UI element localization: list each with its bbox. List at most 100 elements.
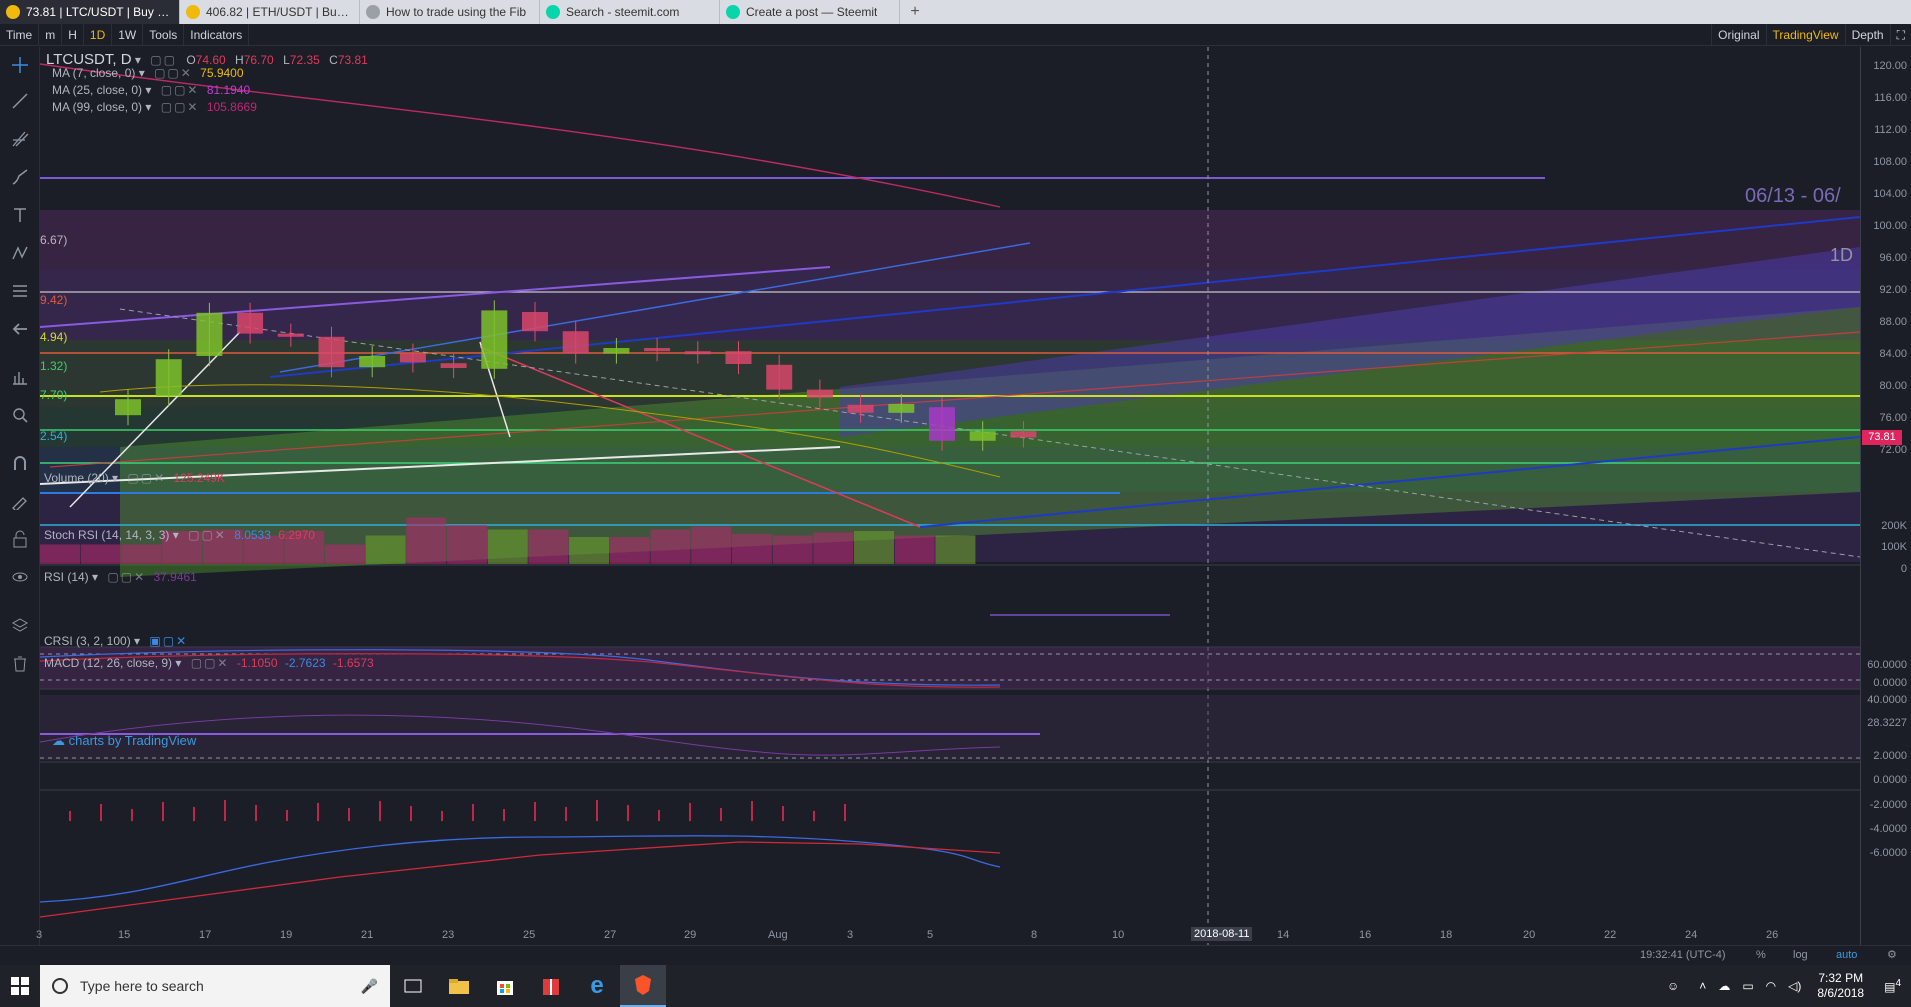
candle-body[interactable] xyxy=(237,312,264,334)
brush-icon[interactable] xyxy=(8,165,32,189)
time-button[interactable]: Time xyxy=(0,23,40,46)
clock[interactable]: 7:32 PM 8/6/2018 xyxy=(1807,971,1874,1001)
crsi-buttons[interactable]: ▣▢✕ xyxy=(149,634,188,648)
symbol-dropdown-icon[interactable]: ▾ xyxy=(135,53,141,67)
people-icon[interactable]: ☺ xyxy=(1653,979,1693,993)
brave-browser-icon[interactable] xyxy=(620,965,666,1007)
ma7-buttons[interactable]: ▢▢✕ xyxy=(154,66,193,80)
candle-body[interactable] xyxy=(644,348,671,352)
log-toggle[interactable]: log xyxy=(1793,949,1808,961)
tradingview-view-button[interactable]: TradingView xyxy=(1765,23,1845,46)
taskbar-search-box[interactable]: Type here to search 🎤 xyxy=(40,965,390,1007)
onedrive-icon[interactable]: ☁ xyxy=(1712,979,1736,993)
percent-toggle[interactable]: % xyxy=(1756,949,1766,961)
wifi-icon[interactable]: ◠ xyxy=(1760,979,1782,993)
hour-dropdown[interactable]: H xyxy=(62,23,84,46)
browser-tab[interactable]: Search - steemit.com xyxy=(540,0,720,24)
time-axis[interactable]: 31517192123252729Aug35810121416182022242… xyxy=(36,925,1860,945)
candle-body[interactable] xyxy=(318,336,345,368)
browser-tab[interactable]: Create a post — Steemit xyxy=(720,0,900,24)
macd-buttons[interactable]: ▢▢✕ xyxy=(191,656,230,670)
browser-tab[interactable]: 73.81 | LTC/USDT | Buy Lite xyxy=(0,0,180,24)
depth-view-button[interactable]: Depth xyxy=(1844,23,1890,46)
candle-body[interactable] xyxy=(399,353,426,363)
candle-body[interactable] xyxy=(277,333,304,337)
task-view-icon[interactable] xyxy=(390,965,436,1007)
file-explorer-icon[interactable] xyxy=(436,965,482,1007)
stoch-buttons[interactable]: ▢▢✕ xyxy=(188,528,227,542)
tray-chevron-icon[interactable]: ˄ xyxy=(1693,979,1712,993)
candle-body[interactable] xyxy=(806,389,833,398)
candle-body[interactable] xyxy=(766,364,793,390)
candle-body[interactable] xyxy=(929,407,955,441)
windows-start-icon[interactable] xyxy=(0,965,40,1007)
candle-body[interactable] xyxy=(359,356,386,368)
macd-legend[interactable]: MACD (12, 26, close, 9) ▾ ▢▢✕ -1.1050 -2… xyxy=(44,656,374,670)
candle-body[interactable] xyxy=(969,431,996,441)
candle-body[interactable] xyxy=(196,312,223,356)
stoch-legend[interactable]: Stoch RSI (14, 14, 3, 3) ▾ ▢▢✕ 8.0533 6.… xyxy=(44,528,315,542)
pitchfork-icon[interactable] xyxy=(8,127,32,151)
candle-body[interactable] xyxy=(1010,431,1037,438)
candle-body[interactable] xyxy=(603,348,630,354)
chart-canvas[interactable] xyxy=(40,47,1860,963)
candle-body[interactable] xyxy=(562,331,589,354)
indicators-menu[interactable]: Indicators xyxy=(184,23,250,46)
trash-icon[interactable] xyxy=(8,651,32,675)
interval-1d-button[interactable]: 1D xyxy=(84,23,113,46)
eye-icon[interactable] xyxy=(8,565,32,589)
original-view-button[interactable]: Original xyxy=(1711,23,1765,46)
candle-body[interactable] xyxy=(725,351,752,364)
rsi-buttons[interactable]: ▢▢✕ xyxy=(107,570,146,584)
microphone-icon[interactable]: 🎤 xyxy=(361,978,378,995)
ma99-buttons[interactable]: ▢▢✕ xyxy=(161,100,200,114)
candle-body[interactable] xyxy=(522,312,548,332)
interval-1w-button[interactable]: 1W xyxy=(112,23,144,46)
fib-retracement-icon[interactable] xyxy=(8,279,32,303)
notification-center-icon[interactable]: ▤4 xyxy=(1874,978,1911,994)
crsi-legend[interactable]: CRSI (3, 2, 100) ▾ ▣▢✕ xyxy=(44,634,188,648)
candle-body[interactable] xyxy=(440,363,467,368)
browser-tab[interactable]: How to trade using the Fib xyxy=(360,0,540,24)
zoom-icon[interactable] xyxy=(8,403,32,427)
gift-app-icon[interactable] xyxy=(528,965,574,1007)
candle-body[interactable] xyxy=(684,351,711,355)
volume-buttons[interactable]: ▢▢✕ xyxy=(127,471,166,485)
fullscreen-icon[interactable]: ⛶ xyxy=(1889,23,1911,46)
legend-buttons[interactable]: ▢▢ xyxy=(150,53,177,67)
candle-body[interactable] xyxy=(888,404,915,413)
crosshair-icon[interactable] xyxy=(8,53,32,77)
price-chart[interactable]: LTCUSDT, D ▾ ▢▢ O74.60 H76.70 L72.35 C73… xyxy=(40,47,1860,963)
minute-dropdown[interactable]: m xyxy=(39,23,63,46)
ma7-legend[interactable]: MA (7, close, 0) ▾ ▢▢✕ 75.9400 xyxy=(52,66,244,80)
ma99-legend[interactable]: MA (99, close, 0) ▾ ▢▢✕ 105.8669 xyxy=(52,100,257,114)
tools-menu[interactable]: Tools xyxy=(143,23,185,46)
volume-icon[interactable]: ◁) xyxy=(1782,979,1807,993)
tradingview-watermark[interactable]: ☁ charts by TradingView xyxy=(52,733,196,749)
candle-body[interactable] xyxy=(115,399,141,416)
stay-in-drawing-icon[interactable] xyxy=(8,489,32,513)
measure-icon[interactable] xyxy=(8,365,32,389)
trend-line-icon[interactable] xyxy=(8,89,32,113)
lock-icon[interactable] xyxy=(8,527,32,551)
settings-gear-icon[interactable]: ⚙ xyxy=(1887,948,1897,961)
candle-body[interactable] xyxy=(481,310,508,369)
back-arrow-icon[interactable] xyxy=(8,317,32,341)
layers-icon[interactable] xyxy=(8,613,32,637)
edge-browser-icon[interactable]: e xyxy=(574,965,620,1007)
magnet-icon[interactable] xyxy=(8,451,32,475)
new-tab-button[interactable]: + xyxy=(900,0,930,24)
pattern-icon[interactable] xyxy=(8,241,32,265)
ma25-buttons[interactable]: ▢▢✕ xyxy=(161,83,200,97)
text-tool-icon[interactable] xyxy=(8,203,32,227)
battery-icon[interactable]: ▭ xyxy=(1736,979,1759,993)
candle-body[interactable] xyxy=(155,359,182,396)
ma25-legend[interactable]: MA (25, close, 0) ▾ ▢▢✕ 81.1940 xyxy=(52,83,250,97)
browser-tab[interactable]: 406.82 | ETH/USDT | Buy Et xyxy=(180,0,360,24)
candle-body[interactable] xyxy=(847,404,874,413)
volume-legend[interactable]: Volume (20) ▾ ▢▢✕ 125.249K xyxy=(44,471,225,485)
rsi-legend[interactable]: RSI (14) ▾ ▢▢✕ 37.9461 xyxy=(44,570,197,584)
auto-toggle[interactable]: auto xyxy=(1836,949,1857,961)
price-axis[interactable]: 120.00 116.00 112.00 108.00 104.00 100.00 96.0… xyxy=(1860,47,1911,963)
store-icon[interactable] xyxy=(482,965,528,1007)
